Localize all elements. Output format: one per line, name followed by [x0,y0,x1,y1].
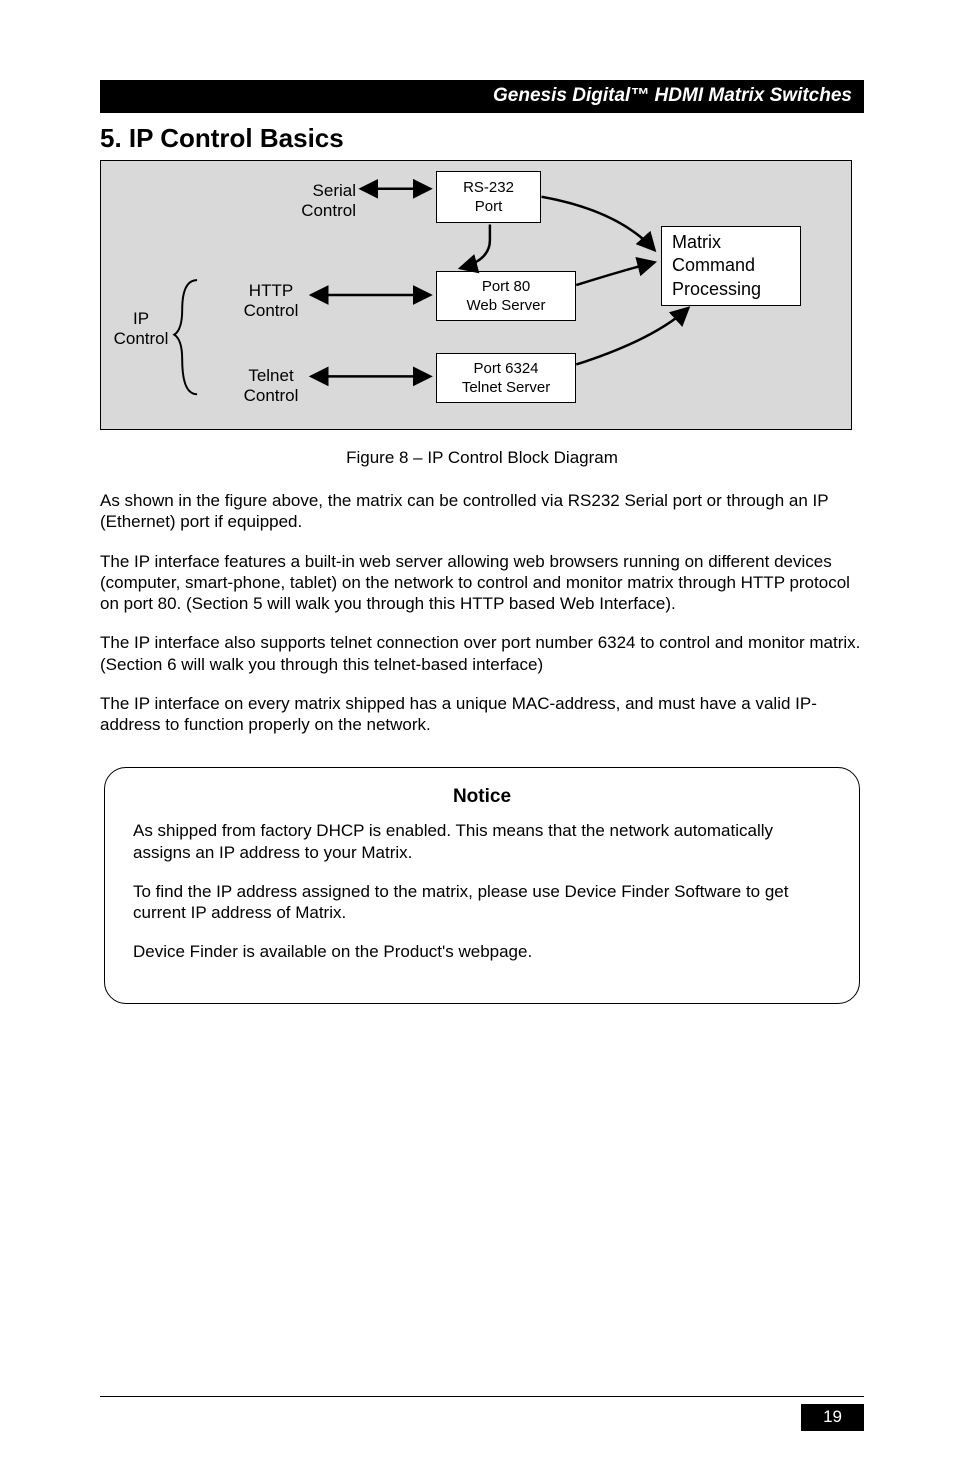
paragraph-1: As shown in the figure above, the matrix… [100,490,864,533]
matrix-line3: Processing [672,278,761,301]
paragraph-4: The IP interface on every matrix shipped… [100,693,864,736]
port6324-line1: Port 6324 [473,359,538,379]
page: Genesis Digital™ HDMI Matrix Switches 5.… [0,0,954,1475]
port6324-line2: Telnet Server [462,378,550,398]
rs232-box: RS-232 Port [436,171,541,223]
notice-p1: As shipped from factory DHCP is enabled.… [133,820,831,863]
rs232-line2: Port [475,197,503,217]
page-number: 19 [801,1404,864,1431]
ip-control-label: IPControl [111,309,171,350]
matrix-line1: Matrix [672,231,721,254]
http-control-label: HTTPControl [236,281,306,322]
header-bar: Genesis Digital™ HDMI Matrix Switches [100,80,864,113]
paragraph-3: The IP interface also supports telnet co… [100,632,864,675]
header-title: Genesis Digital™ HDMI Matrix Switches [493,85,852,106]
ip-control-diagram: SerialControl IPControl HTTPControl Teln… [100,160,852,430]
section-heading: 5. IP Control Basics [100,123,864,154]
port80-line1: Port 80 [482,277,530,297]
figure-caption: Figure 8 – IP Control Block Diagram [100,448,864,468]
matrix-line2: Command [672,254,755,277]
notice-title: Notice [133,786,831,808]
notice-p2: To find the IP address assigned to the m… [133,881,831,924]
notice-p3: Device Finder is available on the Produc… [133,941,831,962]
paragraph-2: The IP interface features a built-in web… [100,551,864,615]
port80-line2: Web Server [467,296,546,316]
rs232-line1: RS-232 [463,178,514,198]
serial-control-label: SerialControl [286,181,356,222]
telnet-control-label: TelnetControl [236,366,306,407]
port6324-box: Port 6324 Telnet Server [436,353,576,403]
matrix-box: Matrix Command Processing [661,226,801,306]
port80-box: Port 80 Web Server [436,271,576,321]
notice-box: Notice As shipped from factory DHCP is e… [104,767,860,1003]
footer-rule [100,1396,864,1397]
